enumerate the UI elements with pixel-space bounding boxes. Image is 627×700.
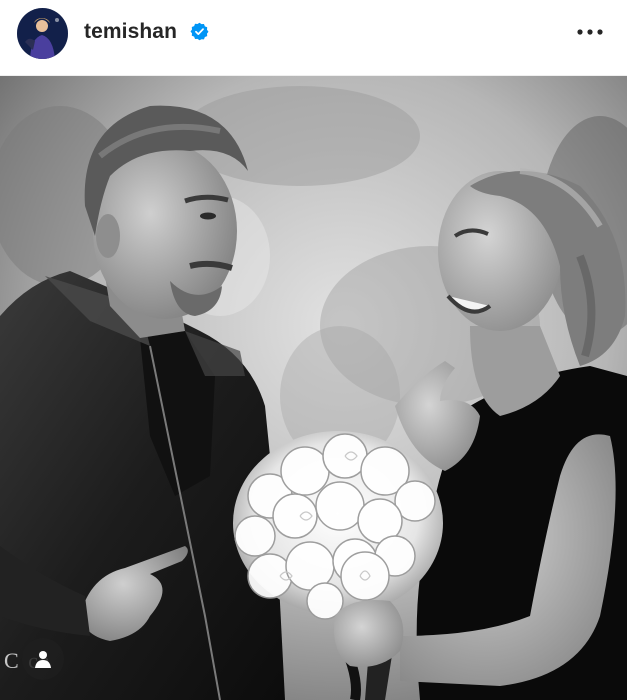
verified-icon xyxy=(190,22,209,41)
user-tag-button[interactable] xyxy=(22,638,64,680)
user-tag-icon xyxy=(35,651,51,668)
username[interactable]: temishan xyxy=(84,19,177,45)
post-photo[interactable]: C ca xyxy=(0,76,627,700)
post-header: temishan xyxy=(0,0,627,76)
more-options-icon[interactable] xyxy=(574,20,606,44)
profile-avatar[interactable] xyxy=(17,8,68,59)
